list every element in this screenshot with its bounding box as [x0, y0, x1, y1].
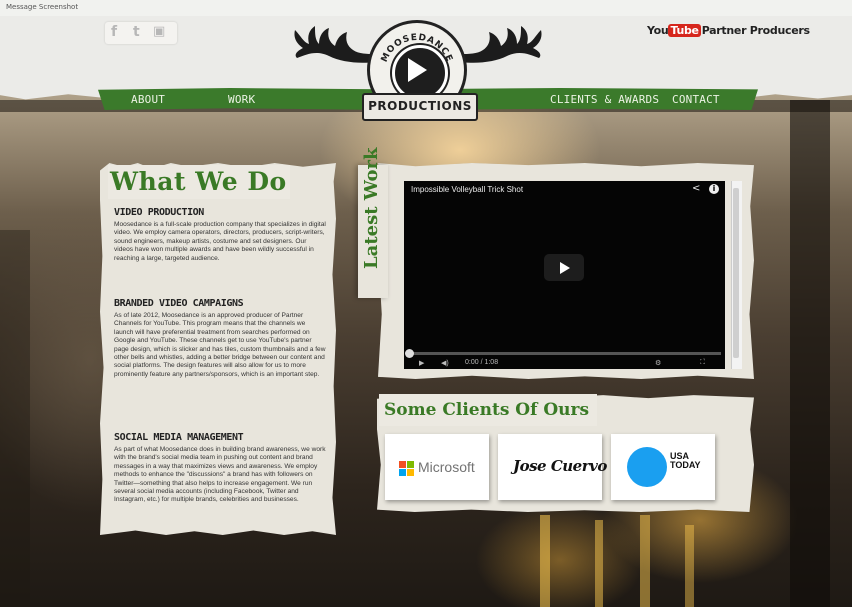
clients-title: Some Clients Of Ours	[379, 394, 597, 426]
section-heading: VIDEO PRODUCTION	[114, 207, 204, 218]
microsoft-logo-icon	[399, 461, 414, 476]
right-antler-icon	[461, 26, 542, 63]
twitter-icon[interactable]: t	[133, 24, 140, 40]
info-icon[interactable]: i	[709, 184, 719, 194]
nav-clients-awards[interactable]: CLIENTS & AWARDS	[550, 93, 659, 106]
video-title[interactable]: Impossible Volleyball Trick Shot	[411, 185, 523, 194]
partner-producers-text: Partner Producers	[701, 24, 810, 37]
nav-work[interactable]: WORK	[228, 93, 255, 106]
section-heading: BRANDED VIDEO CAMPAIGNS	[114, 298, 244, 309]
section-body: As part of what Moosedance does in build…	[114, 446, 326, 504]
youtube-tube-text: Tube	[668, 24, 701, 37]
usa-today-logo-icon	[627, 447, 667, 487]
video-time: 0:00 / 1:08	[465, 359, 499, 366]
youtube-partner-badge[interactable]: You Tube Partner Producers	[647, 24, 810, 37]
moosedance-logo[interactable]: MOOSEDANCE PRODUCTIONS	[287, 20, 549, 122]
video-scrubber-knob[interactable]	[405, 349, 414, 358]
client-name: Microsoft	[418, 459, 475, 475]
logo-banner: PRODUCTIONS	[362, 93, 478, 121]
social-links: f t ▣	[105, 22, 177, 44]
youtube-you-text: You	[647, 24, 669, 37]
facebook-icon[interactable]: f	[111, 24, 117, 40]
video-play-button[interactable]	[544, 254, 584, 281]
section-body: Moosedance is a full-scale production co…	[114, 221, 326, 262]
what-we-do-title: What We Do	[108, 165, 290, 199]
share-icon[interactable]: <	[692, 183, 700, 194]
client-name: Jose Cuervo	[513, 457, 607, 475]
play-icon[interactable]: ▶	[419, 359, 424, 367]
left-antler-icon	[294, 26, 375, 63]
fullscreen-icon[interactable]: ⛶	[700, 359, 705, 367]
browser-title-bar: Message Screenshot	[0, 0, 852, 16]
scrollbar-thumb[interactable]	[733, 188, 739, 358]
latest-work-label: Latest Work	[361, 147, 382, 269]
browser-title: Message Screenshot	[6, 3, 79, 11]
logo-play-icon	[408, 58, 427, 82]
section-heading: SOCIAL MEDIA MANAGEMENT	[114, 432, 244, 443]
settings-icon[interactable]: ⚙	[655, 359, 661, 367]
client-name: USA TODAY	[670, 451, 701, 470]
nav-about[interactable]: ABOUT	[131, 93, 165, 106]
nav-contact[interactable]: CONTACT	[672, 93, 720, 106]
video-progress-bar[interactable]	[408, 352, 721, 355]
section-body: As of late 2012, Moosedance is an approv…	[114, 312, 326, 378]
volume-icon[interactable]: ◀)	[441, 359, 449, 367]
youtube-icon[interactable]: ▣	[153, 24, 165, 39]
